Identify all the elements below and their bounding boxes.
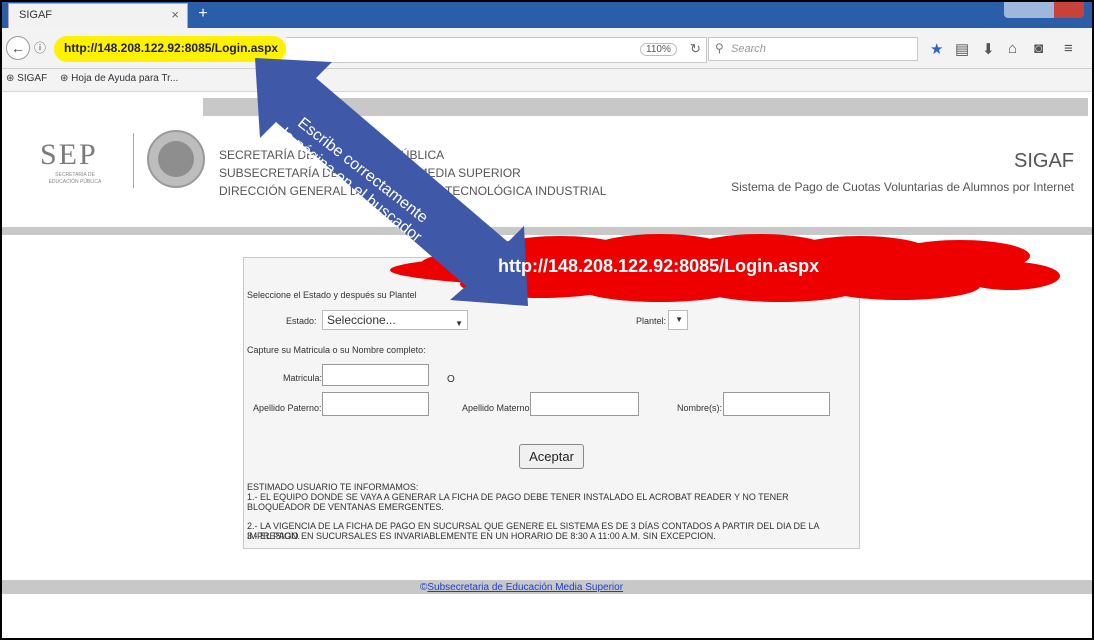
screenshot-border [0, 0, 1094, 640]
